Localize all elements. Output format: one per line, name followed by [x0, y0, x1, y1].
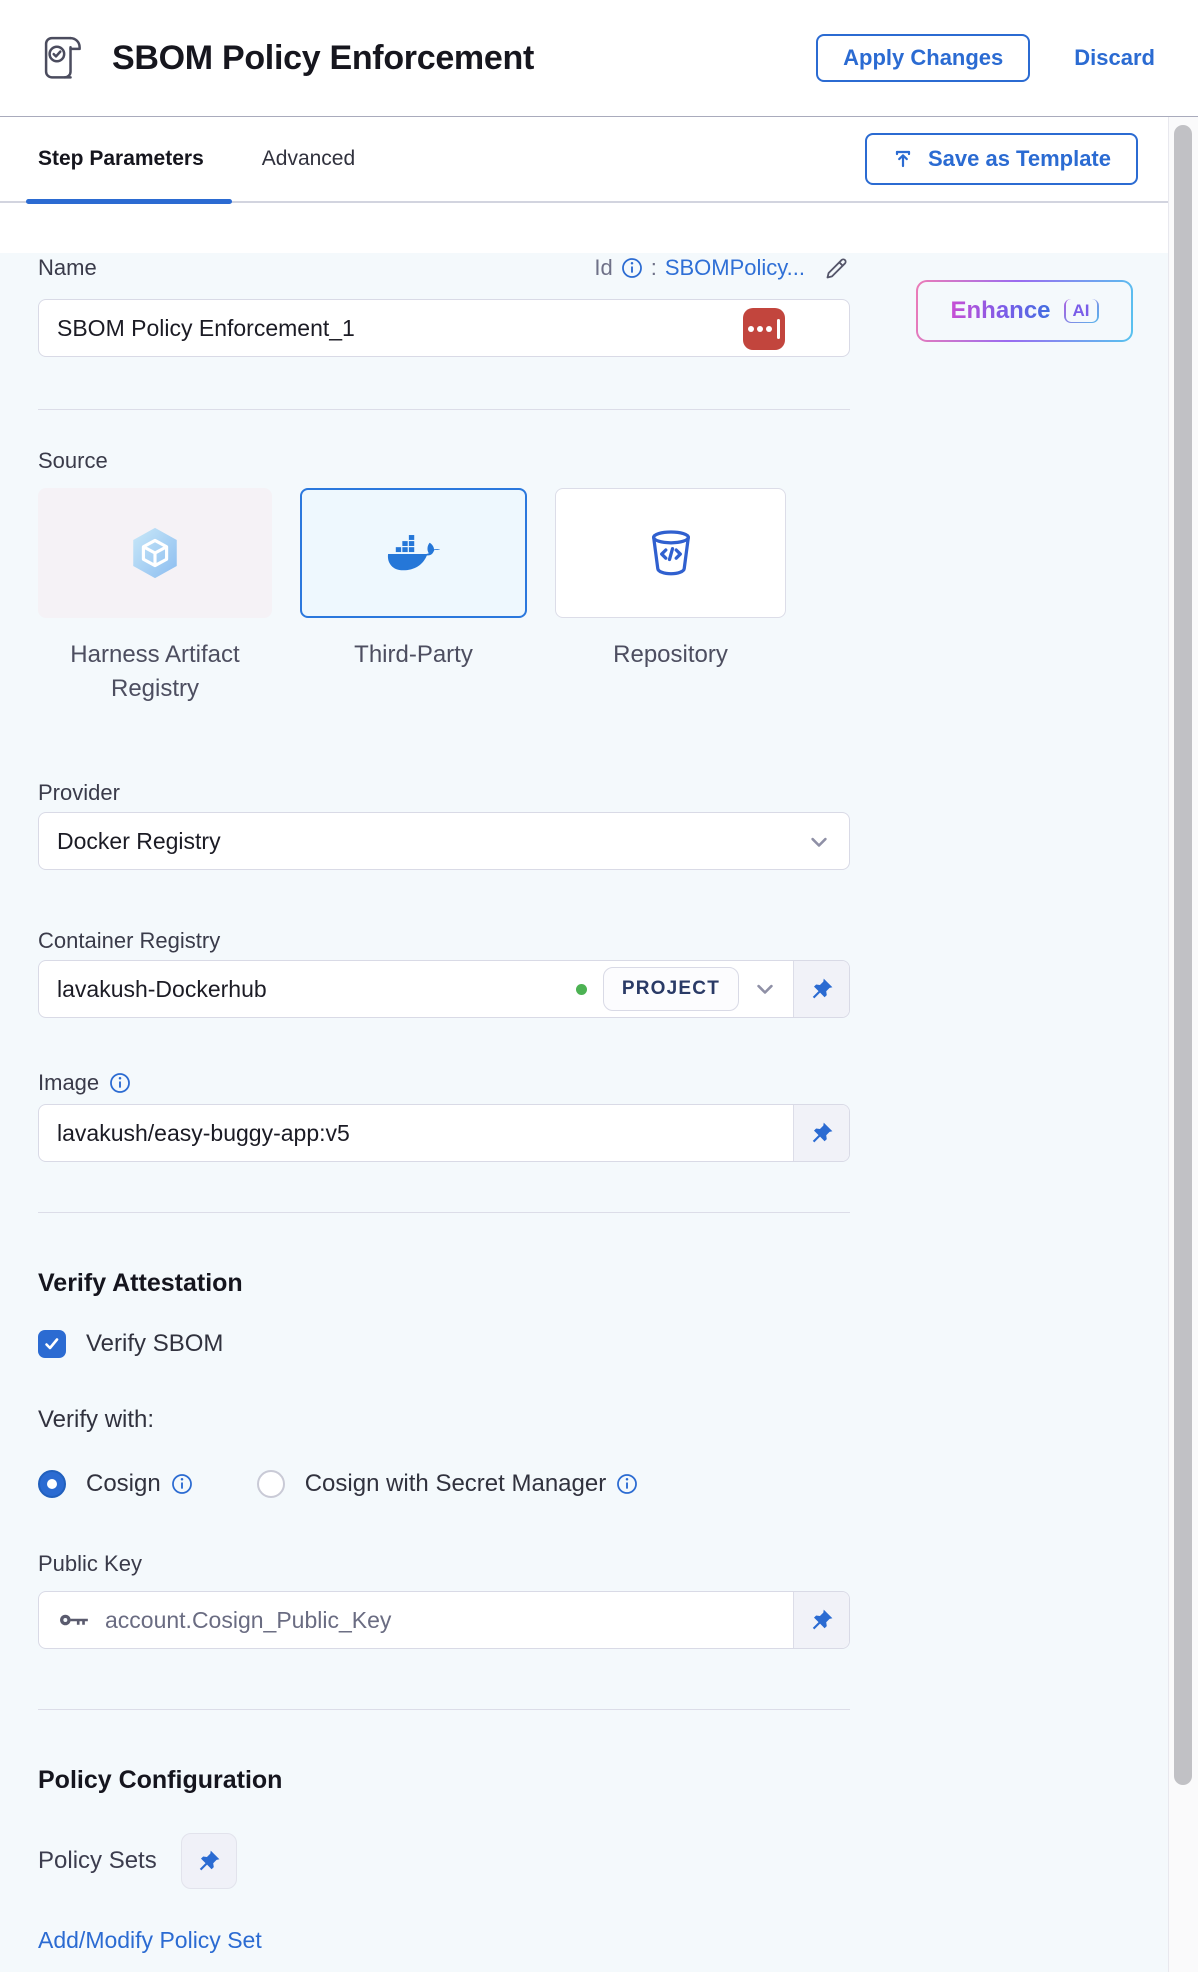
- name-input-value: SBOM Policy Enforcement_1: [57, 315, 355, 342]
- cosign-secret-manager-radio-label: Cosign with Secret Manager: [305, 1470, 606, 1498]
- edit-id-pencil-icon[interactable]: [823, 255, 850, 282]
- verify-sbom-label: Verify SBOM: [86, 1330, 223, 1358]
- verify-with-label: Verify with:: [38, 1403, 850, 1437]
- connector-status-dot: [576, 984, 587, 995]
- scope-badge: PROJECT: [603, 967, 739, 1011]
- ai-badge: AI: [1064, 299, 1099, 323]
- source-option-label: Third-Party: [354, 638, 473, 672]
- cosign-radio-label: Cosign: [86, 1470, 161, 1498]
- container-registry-select[interactable]: lavakush-Dockerhub PROJECT: [38, 960, 850, 1018]
- source-card-harness-artifact-registry[interactable]: [38, 488, 272, 618]
- step-parameters-form: Enhance AI Name Id :: [0, 253, 1198, 1972]
- step-config-panel: SBOM Policy Enforcement Apply Changes Di…: [0, 0, 1198, 1972]
- cosign-secret-manager-info-icon[interactable]: [616, 1473, 638, 1495]
- save-as-template-button[interactable]: Save as Template: [865, 133, 1138, 185]
- divider: [38, 1709, 850, 1710]
- image-input[interactable]: lavakush/easy-buggy-app:v5: [38, 1104, 850, 1162]
- scrollbar-thumb[interactable]: [1174, 125, 1192, 1785]
- source-options: Harness Artifact Registry: [38, 488, 850, 706]
- provider-value: Docker Registry: [57, 828, 221, 855]
- image-label: Image: [38, 1070, 99, 1096]
- sbom-scroll-icon: [36, 33, 88, 83]
- source-card-repository[interactable]: [555, 488, 786, 618]
- verify-sbom-checkbox[interactable]: [38, 1330, 66, 1358]
- chevron-down-icon: [805, 828, 833, 861]
- divider: [38, 1212, 850, 1213]
- repository-bucket-icon: [645, 527, 697, 579]
- discard-button[interactable]: Discard: [1074, 45, 1155, 71]
- name-label: Name: [38, 255, 97, 281]
- apply-changes-button[interactable]: Apply Changes: [816, 34, 1030, 82]
- container-registry-value: lavakush-Dockerhub: [57, 976, 267, 1003]
- source-card-third-party[interactable]: [300, 488, 527, 618]
- key-icon: [59, 1610, 89, 1630]
- cosign-radio[interactable]: [38, 1470, 66, 1498]
- name-input[interactable]: SBOM Policy Enforcement_1: [38, 299, 850, 357]
- public-key-label: Public Key: [38, 1551, 850, 1577]
- public-key-value: account.Cosign_Public_Key: [105, 1607, 391, 1634]
- image-value: lavakush/easy-buggy-app:v5: [57, 1120, 350, 1147]
- policy-configuration-heading: Policy Configuration: [38, 1762, 850, 1798]
- image-info-icon[interactable]: [109, 1072, 131, 1094]
- upload-icon: [892, 148, 914, 170]
- page-title: SBOM Policy Enforcement: [112, 39, 534, 78]
- cosign-secret-manager-radio[interactable]: [257, 1470, 285, 1498]
- public-key-input[interactable]: account.Cosign_Public_Key: [38, 1591, 850, 1649]
- enhance-ai-button[interactable]: Enhance AI: [916, 280, 1133, 342]
- provider-label: Provider: [38, 780, 850, 806]
- panel-header: SBOM Policy Enforcement Apply Changes Di…: [0, 0, 1198, 117]
- policy-sets-label: Policy Sets: [38, 1847, 157, 1875]
- cosign-info-icon[interactable]: [171, 1473, 193, 1495]
- runtime-input-pin-button[interactable]: [793, 961, 849, 1017]
- save-as-template-label: Save as Template: [928, 146, 1111, 172]
- active-tab-underline: [26, 199, 232, 204]
- chevron-down-icon: [751, 975, 779, 1003]
- password-autofill-icon[interactable]: [743, 308, 785, 350]
- provider-select[interactable]: Docker Registry: [38, 812, 850, 870]
- docker-whale-icon: [386, 531, 442, 575]
- id-value[interactable]: SBOMPolicy...: [665, 255, 805, 281]
- id-separator: :: [651, 255, 657, 281]
- harness-artifact-registry-icon: [126, 524, 184, 582]
- runtime-input-pin-button[interactable]: [793, 1105, 849, 1161]
- verify-sbom-checkbox-row[interactable]: Verify SBOM: [38, 1327, 850, 1361]
- container-registry-label: Container Registry: [38, 928, 850, 954]
- ai-badge-label: AI: [1066, 299, 1097, 322]
- source-option-label: Repository: [613, 638, 728, 672]
- source-label: Source: [38, 446, 850, 476]
- scrollbar[interactable]: [1168, 117, 1198, 1972]
- runtime-input-pin-button[interactable]: [793, 1592, 849, 1648]
- source-option-label: Harness Artifact Registry: [38, 638, 272, 706]
- enhance-label: Enhance: [950, 297, 1050, 325]
- divider: [38, 409, 850, 410]
- tab-advanced[interactable]: Advanced: [262, 147, 355, 171]
- id-info-icon[interactable]: [621, 257, 643, 279]
- verify-attestation-heading: Verify Attestation: [38, 1265, 850, 1301]
- add-modify-policy-set-link[interactable]: Add/Modify Policy Set: [38, 1924, 850, 1956]
- tab-step-parameters[interactable]: Step Parameters: [38, 147, 204, 171]
- id-label: Id: [594, 255, 612, 281]
- tab-bar: Step Parameters Advanced Save as Templat…: [0, 117, 1198, 203]
- policy-sets-pin-button[interactable]: [181, 1833, 237, 1889]
